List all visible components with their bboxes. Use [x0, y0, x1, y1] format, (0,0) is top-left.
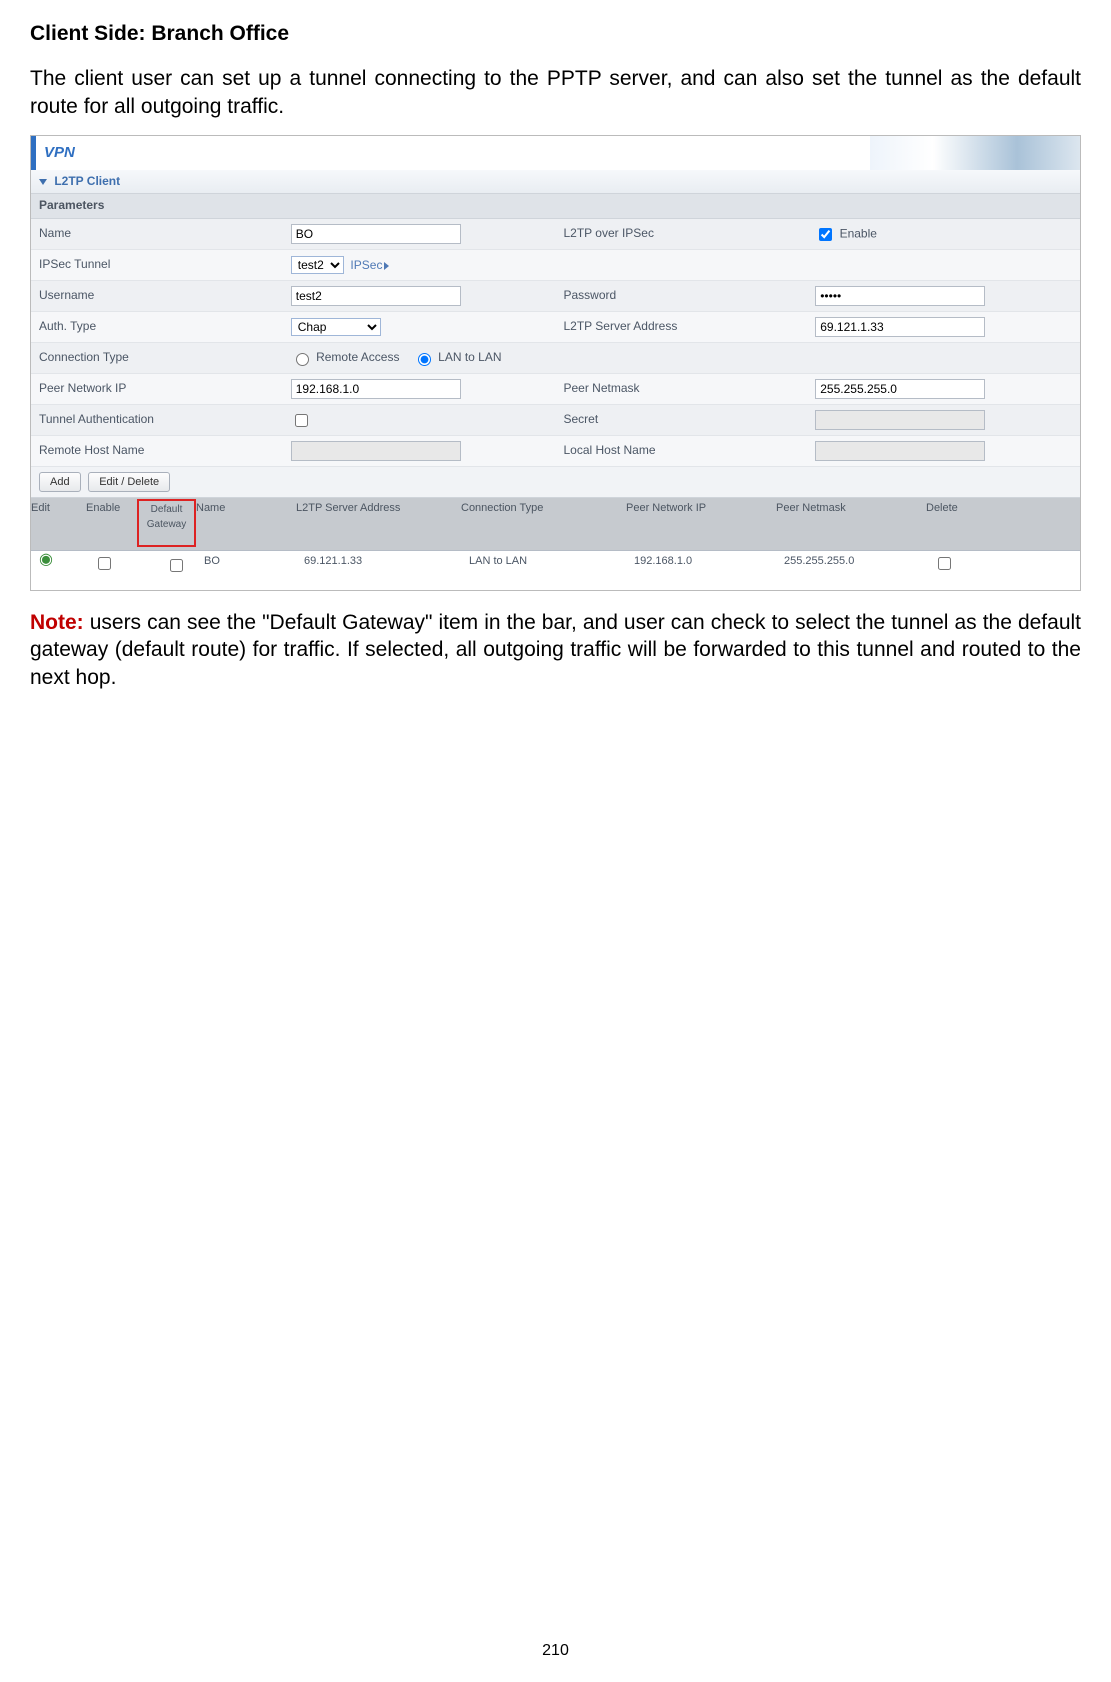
header-name: Name	[196, 498, 296, 550]
row-l2tp-server-addr: 69.121.1.33	[304, 554, 469, 577]
label-tunnel-auth: Tunnel Authentication	[31, 405, 283, 436]
vpn-title-text: VPN	[44, 143, 75, 163]
edit-radio[interactable]: ◉	[39, 551, 53, 568]
default-gateway-highlight: Default Gateway	[137, 499, 196, 547]
vpn-panel: VPN L2TP Client Parameters Name L2TP ove…	[30, 135, 1081, 591]
local-host-input[interactable]	[815, 441, 985, 461]
note-paragraph: Note: users can see the "Default Gateway…	[30, 609, 1081, 691]
enable-l2tp-ipsec-checkbox[interactable]	[819, 228, 832, 241]
label-username: Username	[31, 281, 283, 312]
header-edit: Edit	[31, 498, 86, 550]
row-delete-checkbox[interactable]	[938, 557, 951, 570]
header-peer-network-ip: Peer Network IP	[626, 498, 776, 550]
section-title-text: L2TP Client	[54, 174, 120, 188]
vpn-banner-image	[870, 136, 1080, 170]
row-peer-netmask: 255.255.255.0	[784, 554, 934, 577]
label-password: Password	[555, 281, 807, 312]
ipsec-link[interactable]: IPSec	[350, 258, 389, 272]
button-row: Add Edit / Delete	[31, 467, 1080, 498]
parameters-header: Parameters	[31, 194, 1080, 219]
peer-netmask-input[interactable]	[815, 379, 985, 399]
label-l2tp-server-addr: L2TP Server Address	[555, 312, 807, 343]
lan-to-lan-radio[interactable]	[418, 353, 431, 366]
label-ipsec-tunnel: IPSec Tunnel	[31, 250, 283, 281]
name-input[interactable]	[291, 224, 461, 244]
password-input[interactable]	[815, 286, 985, 306]
section-heading: Client Side: Branch Office	[30, 20, 1081, 47]
lan-to-lan-label: LAN to LAN	[438, 350, 501, 364]
intro-paragraph: The client user can set up a tunnel conn…	[30, 65, 1081, 120]
remote-access-label: Remote Access	[316, 350, 399, 364]
l2tp-server-input[interactable]	[815, 317, 985, 337]
list-row: ◉ BO 69.121.1.33 LAN to LAN 192.168.1.0 …	[31, 551, 1080, 580]
header-l2tp-server-addr: L2TP Server Address	[296, 498, 461, 550]
row-enable-checkbox[interactable]	[98, 557, 111, 570]
section-arrow-icon	[39, 179, 47, 185]
row-default-gateway-checkbox[interactable]	[170, 559, 183, 572]
note-text: users can see the "Default Gateway" item…	[30, 611, 1081, 689]
vpn-title-bar: VPN	[31, 136, 1080, 170]
row-peer-network-ip: 192.168.1.0	[634, 554, 784, 577]
edit-delete-button[interactable]: Edit / Delete	[88, 472, 170, 492]
note-label: Note:	[30, 611, 84, 634]
remote-access-radio[interactable]	[296, 353, 309, 366]
row-name: BO	[204, 554, 304, 577]
page-number: 210	[30, 1641, 1081, 1662]
secret-input[interactable]	[815, 410, 985, 430]
enable-label: Enable	[840, 226, 877, 240]
username-input[interactable]	[291, 286, 461, 306]
peer-network-ip-input[interactable]	[291, 379, 461, 399]
label-l2tp-over-ipsec: L2TP over IPSec	[555, 219, 807, 250]
label-peer-netmask: Peer Netmask	[555, 374, 807, 405]
label-connection-type: Connection Type	[31, 343, 283, 374]
label-auth-type: Auth. Type	[31, 312, 283, 343]
label-name: Name	[31, 219, 283, 250]
row-connection-type: LAN to LAN	[469, 554, 634, 577]
label-secret: Secret	[555, 405, 807, 436]
auth-type-select[interactable]: Chap	[291, 318, 381, 336]
parameters-form: Name L2TP over IPSec Enable IPSec Tunnel…	[31, 219, 1080, 467]
header-peer-netmask: Peer Netmask	[776, 498, 926, 550]
header-delete: Delete	[926, 498, 986, 550]
label-peer-network-ip: Peer Network IP	[31, 374, 283, 405]
l2tp-client-section[interactable]: L2TP Client	[31, 170, 1080, 195]
add-button[interactable]: Add	[39, 472, 81, 492]
label-local-host: Local Host Name	[555, 436, 807, 467]
header-connection-type: Connection Type	[461, 498, 626, 550]
tunnel-auth-checkbox[interactable]	[295, 414, 308, 427]
list-header-row: Edit Enable Default Gateway Name L2TP Se…	[31, 498, 1080, 551]
label-remote-host: Remote Host Name	[31, 436, 283, 467]
ipsec-link-arrow-icon	[384, 262, 389, 270]
remote-host-input[interactable]	[291, 441, 461, 461]
header-default-gateway: Default Gateway	[141, 498, 196, 550]
header-enable: Enable	[86, 498, 141, 550]
ipsec-tunnel-select[interactable]: test2	[291, 256, 344, 274]
